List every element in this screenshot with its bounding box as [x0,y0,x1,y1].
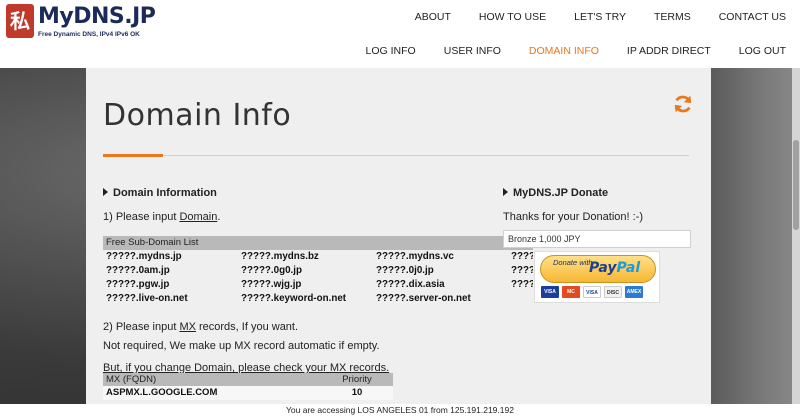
nav-contact-us[interactable]: CONTACT US [705,11,800,23]
donate-thanks: Thanks for your Donation! :-) [503,211,644,223]
amex-card-icon: AMEX [625,286,643,298]
subdomain-table: Free Sub-Domain List ?????.mydns.jp ????… [103,236,533,306]
mx-fqdn-value[interactable]: ASPMX.L.GOOGLE.COM [103,386,321,400]
nav-log-out[interactable]: LOG OUT [725,45,800,57]
user-nav: LOG INFO USER INFO DOMAIN INFO IP ADDR D… [352,45,800,57]
logo-mark: 私 [6,4,34,38]
step2-suffix: records, If you want. [195,321,299,333]
subdomain-grid: ?????.mydns.jp ?????.mydns.bz ?????.mydn… [103,250,533,306]
domain-link[interactable]: Domain [179,211,217,223]
paypal-pill[interactable]: Donate with PayPal [540,255,656,283]
subdomain-cell: ?????.0j0.jp [376,265,434,276]
subdomain-cell: ?????. [511,279,533,290]
logo-name: MyDNS.JP [38,4,156,29]
subdomain-cell: ?????.wjg.jp [241,279,302,290]
nav-terms[interactable]: TERMS [640,11,705,23]
paypal-donate-label: Donate with [553,258,593,267]
payment-cards: VISA MC VISA DISC AMEX [541,286,643,298]
subdomain-cell: ?????.mydns.jp [106,251,182,262]
mx-table-header: MX (FQDN) Priority [103,373,393,386]
domain-info-heading: Domain Information [103,187,217,199]
subdomain-cell: ?????.0am.jp [106,265,170,276]
subdomain-cell: ?????.mydns.vc [376,251,454,262]
subdomain-cell: ?????.server-on.net [376,293,471,304]
content-panel: Domain Info Domain Information 1) Please… [86,68,711,416]
mx-link[interactable]: MX [179,321,196,333]
step1-prefix: 1) Please input [103,211,180,223]
step1-suffix: . [217,211,221,223]
scrollbar-thumb[interactable] [793,140,799,230]
site-logo[interactable]: 私 MyDNS.JP Free Dynamic DNS, IPv4 IPv6 O… [6,4,166,44]
mastercard-icon: MC [562,286,580,298]
step2-instruction: 2) Please input MX records, If you want. [103,321,298,333]
mx-table: MX (FQDN) Priority ASPMX.L.GOOGLE.COM 10 [103,373,393,400]
refresh-icon[interactable] [672,93,694,115]
subdomain-cell: ?????.pgw.jp [106,279,170,290]
nav-log-info[interactable]: LOG INFO [352,45,430,57]
logo-tagline: Free Dynamic DNS, IPv4 IPv6 OK [38,31,140,38]
subdomain-cell: ?????.0g0.jp [241,265,302,276]
nav-about[interactable]: ABOUT [401,11,465,23]
subdomain-cell: ?????.keyword-on.net [241,293,347,304]
donate-heading: MyDNS.JP Donate [503,187,608,199]
subdomain-table-title: Free Sub-Domain List [103,236,533,250]
discover-card-icon: DISC [604,286,622,298]
title-accent-bar [103,154,163,157]
visa-card-icon: VISA [541,286,559,298]
subdomain-cell: ?????.dix.asia [376,279,445,290]
paypal-logo: PayPal [589,260,640,276]
mx-header-priority: Priority [342,374,372,385]
nav-user-info[interactable]: USER INFO [430,45,515,57]
paypal-donate-button[interactable]: Donate with PayPal VISA MC VISA DISC AME… [534,251,660,303]
nav-how-to-use[interactable]: HOW TO USE [465,11,560,23]
scrollbar[interactable] [792,68,800,416]
paypal-logo-a: Pay [589,260,617,276]
top-nav: ABOUT HOW TO USE LET'S TRY TERMS CONTACT… [401,11,800,23]
site-header: 私 MyDNS.JP Free Dynamic DNS, IPv4 IPv6 O… [0,0,800,68]
nav-ip-addr-direct[interactable]: IP ADDR DIRECT [613,45,725,57]
step2-note: Not required, We make up MX record autom… [103,340,380,352]
visa-electron-icon: VISA [583,286,601,298]
subdomain-cell [508,292,533,306]
title-divider [103,155,689,156]
nav-domain-info[interactable]: DOMAIN INFO [515,45,613,57]
background-right [710,68,800,416]
step1-instruction: 1) Please input Domain. [103,211,220,223]
mx-table-row[interactable]: ASPMX.L.GOOGLE.COM 10 [103,386,393,400]
subdomain-cell: ?????. [511,251,533,262]
access-info-footer: You are accessing LOS ANGELES 01 from 12… [0,404,800,416]
step2-prefix: 2) Please input [103,321,180,333]
nav-lets-try[interactable]: LET'S TRY [560,11,640,23]
page-title: Domain Info [103,98,292,133]
subdomain-cell: ?????. [511,265,533,276]
paypal-logo-b: Pal [616,260,641,276]
subdomain-cell: ?????.mydns.bz [241,251,319,262]
donate-amount-select[interactable]: Bronze 1,000 JPY [503,230,691,248]
mx-header-fqdn: MX (FQDN) [106,374,157,385]
subdomain-cell: ?????.live-on.net [106,293,188,304]
mx-priority-value[interactable]: 10 [321,386,393,400]
